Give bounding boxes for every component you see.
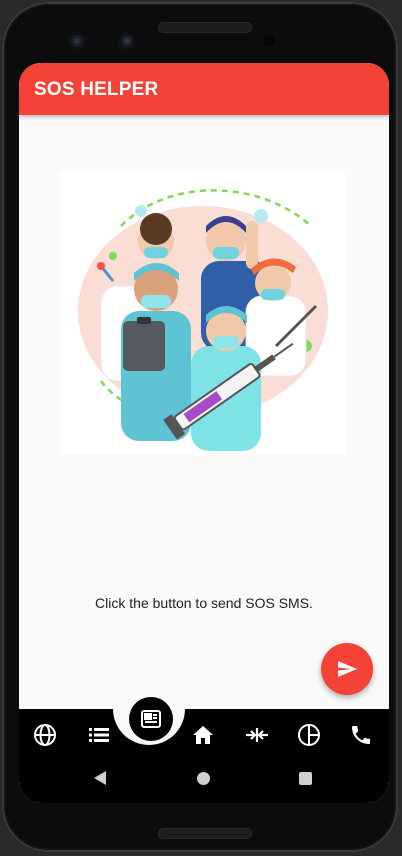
front-camera xyxy=(68,32,86,50)
medical-team-illustration xyxy=(61,171,345,455)
nav-item-pie-chart[interactable] xyxy=(295,721,323,749)
compare-arrows-icon xyxy=(244,723,270,747)
proximity-sensor xyxy=(264,36,275,47)
home-icon xyxy=(191,723,215,747)
front-camera-secondary xyxy=(118,32,136,50)
system-home-button[interactable] xyxy=(197,772,210,785)
nav-item-compare[interactable] xyxy=(243,721,271,749)
instruction-text: Click the button to send SOS SMS. xyxy=(95,595,313,611)
pie-chart-icon xyxy=(297,723,321,747)
nav-item-home[interactable] xyxy=(189,721,217,749)
news-icon xyxy=(139,707,163,731)
nav-item-phone[interactable] xyxy=(347,721,375,749)
globe-icon xyxy=(33,723,57,747)
send-icon xyxy=(335,657,359,681)
nav-item-list[interactable] xyxy=(85,721,113,749)
phone-icon xyxy=(349,723,373,747)
app-bar: SOS HELPER xyxy=(19,63,389,115)
bottom-speaker xyxy=(158,828,252,839)
nav-item-news[interactable] xyxy=(129,697,173,741)
system-back-button[interactable] xyxy=(94,771,106,785)
system-recents-button[interactable] xyxy=(299,772,312,785)
nav-item-globe[interactable] xyxy=(31,721,59,749)
app-screen: SOS HELPER Click the button to send SOS … xyxy=(19,63,389,803)
send-sos-button[interactable] xyxy=(321,643,373,695)
app-title: SOS HELPER xyxy=(34,79,159,100)
earpiece-speaker xyxy=(158,22,252,33)
list-icon xyxy=(87,723,111,747)
